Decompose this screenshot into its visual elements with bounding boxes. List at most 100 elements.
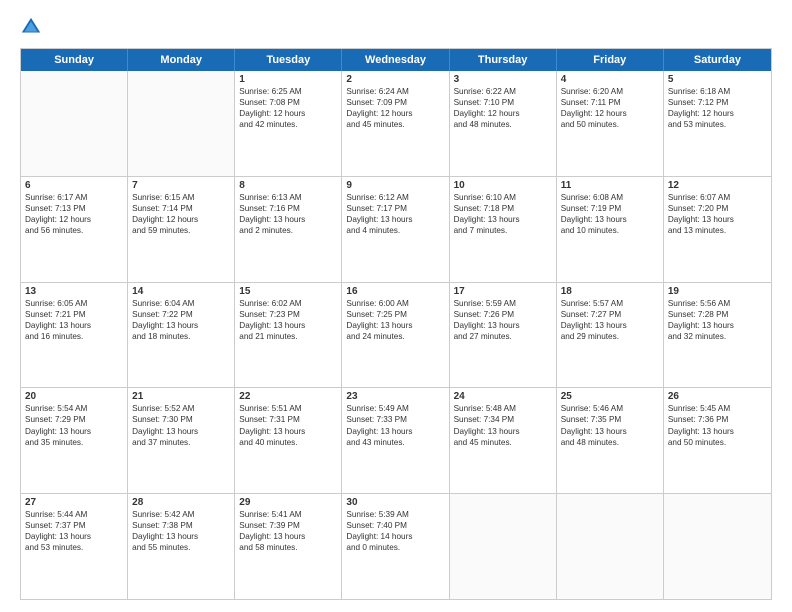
cell-line: Daylight: 13 hours [132,320,230,331]
cell-line: Daylight: 12 hours [668,108,767,119]
cell-line: Sunrise: 5:54 AM [25,403,123,414]
day-number: 9 [346,180,444,191]
calendar-cell: 12Sunrise: 6:07 AMSunset: 7:20 PMDayligh… [664,177,771,282]
cell-line: Sunset: 7:38 PM [132,520,230,531]
calendar-cell: 15Sunrise: 6:02 AMSunset: 7:23 PMDayligh… [235,283,342,388]
day-number: 28 [132,497,230,508]
day-number: 20 [25,391,123,402]
calendar-cell [557,494,664,599]
cell-line: Daylight: 13 hours [454,214,552,225]
cell-line: Daylight: 13 hours [25,320,123,331]
cell-line: Sunset: 7:35 PM [561,414,659,425]
calendar-cell [664,494,771,599]
day-number: 18 [561,286,659,297]
cell-line: and 29 minutes. [561,331,659,342]
weekday-header: Friday [557,49,664,71]
day-number: 12 [668,180,767,191]
day-number: 1 [239,74,337,85]
calendar-cell: 26Sunrise: 5:45 AMSunset: 7:36 PMDayligh… [664,388,771,493]
calendar-cell: 21Sunrise: 5:52 AMSunset: 7:30 PMDayligh… [128,388,235,493]
cell-line: and 27 minutes. [454,331,552,342]
cell-line: Sunset: 7:09 PM [346,97,444,108]
cell-line: and 50 minutes. [561,119,659,130]
calendar-cell: 13Sunrise: 6:05 AMSunset: 7:21 PMDayligh… [21,283,128,388]
cell-line: Sunset: 7:08 PM [239,97,337,108]
cell-line: Sunset: 7:16 PM [239,203,337,214]
cell-line: Daylight: 13 hours [454,320,552,331]
day-number: 27 [25,497,123,508]
cell-line: and 21 minutes. [239,331,337,342]
cell-line: Daylight: 13 hours [346,320,444,331]
cell-line: and 4 minutes. [346,225,444,236]
cell-line: Daylight: 13 hours [668,214,767,225]
cell-line: and 45 minutes. [346,119,444,130]
cell-line: and 7 minutes. [454,225,552,236]
cell-line: Sunrise: 5:45 AM [668,403,767,414]
cell-line: Sunset: 7:17 PM [346,203,444,214]
cell-line: and 59 minutes. [132,225,230,236]
day-number: 30 [346,497,444,508]
cell-line: Sunset: 7:25 PM [346,309,444,320]
cell-line: Daylight: 13 hours [132,426,230,437]
cell-line: Sunrise: 6:05 AM [25,298,123,309]
cell-line: Sunrise: 6:25 AM [239,86,337,97]
calendar-cell: 2Sunrise: 6:24 AMSunset: 7:09 PMDaylight… [342,71,449,176]
weekday-header: Wednesday [342,49,449,71]
day-number: 10 [454,180,552,191]
calendar-cell: 30Sunrise: 5:39 AMSunset: 7:40 PMDayligh… [342,494,449,599]
cell-line: Sunrise: 6:18 AM [668,86,767,97]
cell-line: and 55 minutes. [132,542,230,553]
calendar-cell: 8Sunrise: 6:13 AMSunset: 7:16 PMDaylight… [235,177,342,282]
logo [20,16,46,38]
cell-line: Daylight: 13 hours [561,320,659,331]
cell-line: Daylight: 13 hours [346,426,444,437]
cell-line: Sunrise: 5:41 AM [239,509,337,520]
cell-line: Sunrise: 6:04 AM [132,298,230,309]
day-number: 21 [132,391,230,402]
cell-line: and 53 minutes. [668,119,767,130]
cell-line: Sunrise: 6:20 AM [561,86,659,97]
cell-line: Sunset: 7:10 PM [454,97,552,108]
calendar-cell: 20Sunrise: 5:54 AMSunset: 7:29 PMDayligh… [21,388,128,493]
cell-line: Daylight: 13 hours [239,426,337,437]
cell-line: and 18 minutes. [132,331,230,342]
day-number: 14 [132,286,230,297]
cell-line: Sunset: 7:19 PM [561,203,659,214]
cell-line: Sunset: 7:29 PM [25,414,123,425]
cell-line: Sunset: 7:18 PM [454,203,552,214]
calendar-cell: 10Sunrise: 6:10 AMSunset: 7:18 PMDayligh… [450,177,557,282]
cell-line: Sunset: 7:31 PM [239,414,337,425]
cell-line: Daylight: 13 hours [668,426,767,437]
cell-line: Sunset: 7:40 PM [346,520,444,531]
calendar-cell [128,71,235,176]
weekday-header: Monday [128,49,235,71]
cell-line: Sunset: 7:30 PM [132,414,230,425]
calendar-row: 13Sunrise: 6:05 AMSunset: 7:21 PMDayligh… [21,283,771,389]
cell-line: Sunset: 7:37 PM [25,520,123,531]
calendar-row: 27Sunrise: 5:44 AMSunset: 7:37 PMDayligh… [21,494,771,599]
cell-line: Daylight: 13 hours [561,426,659,437]
day-number: 22 [239,391,337,402]
cell-line: and 24 minutes. [346,331,444,342]
cell-line: and 2 minutes. [239,225,337,236]
calendar-cell: 1Sunrise: 6:25 AMSunset: 7:08 PMDaylight… [235,71,342,176]
cell-line: Sunrise: 5:59 AM [454,298,552,309]
cell-line: Sunrise: 5:44 AM [25,509,123,520]
day-number: 19 [668,286,767,297]
logo-icon [20,16,42,38]
header [20,16,772,38]
cell-line: Sunset: 7:33 PM [346,414,444,425]
cell-line: Sunset: 7:36 PM [668,414,767,425]
day-number: 15 [239,286,337,297]
weekday-header: Sunday [21,49,128,71]
cell-line: and 56 minutes. [25,225,123,236]
cell-line: Daylight: 12 hours [561,108,659,119]
cell-line: Sunrise: 6:15 AM [132,192,230,203]
cell-line: Sunrise: 6:22 AM [454,86,552,97]
cell-line: and 50 minutes. [668,437,767,448]
calendar-row: 6Sunrise: 6:17 AMSunset: 7:13 PMDaylight… [21,177,771,283]
cell-line: Sunrise: 6:24 AM [346,86,444,97]
calendar-cell: 9Sunrise: 6:12 AMSunset: 7:17 PMDaylight… [342,177,449,282]
cell-line: and 40 minutes. [239,437,337,448]
cell-line: Sunrise: 5:48 AM [454,403,552,414]
